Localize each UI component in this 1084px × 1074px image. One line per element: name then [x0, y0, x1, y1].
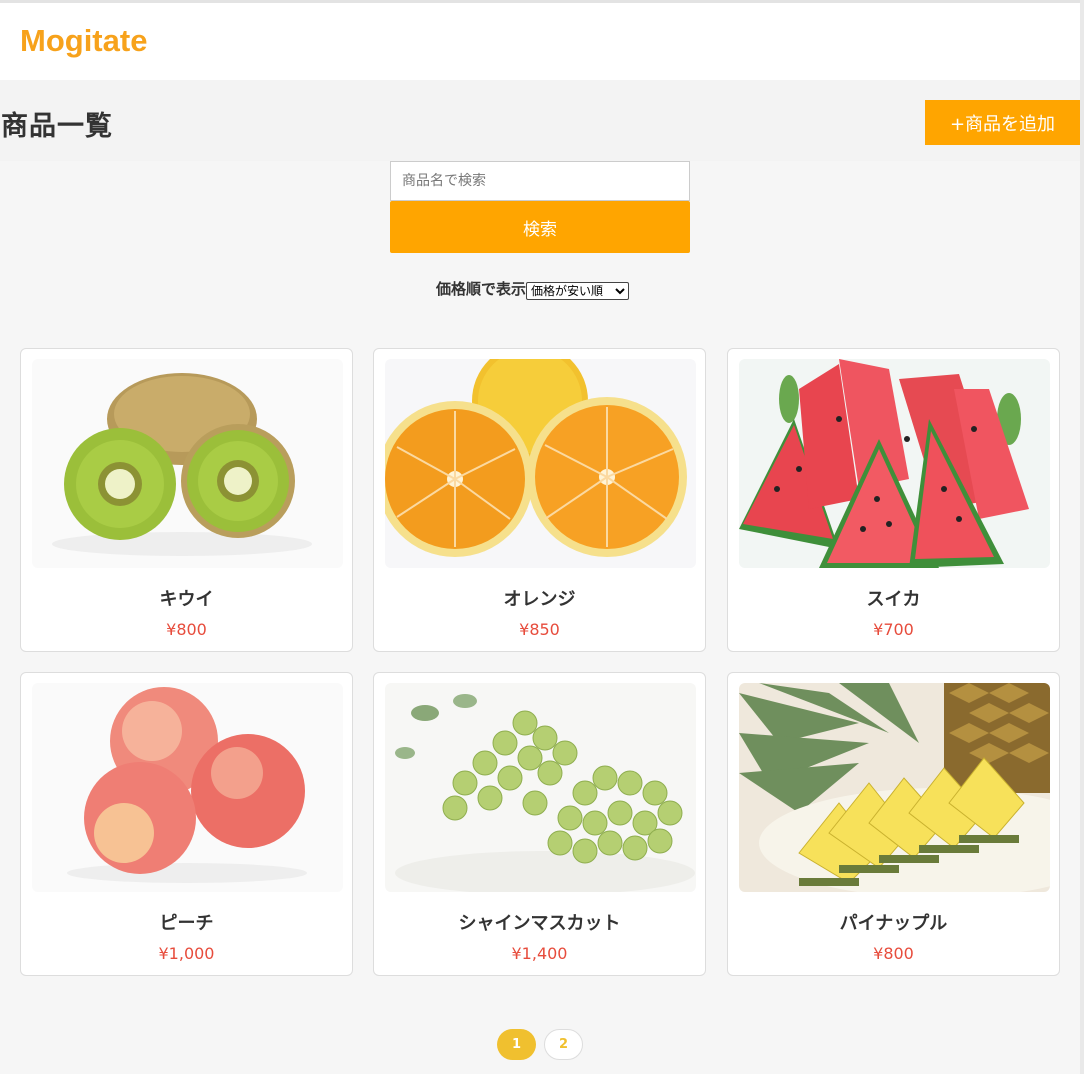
page-button-2[interactable]: 2	[544, 1029, 583, 1060]
product-name: シャインマスカット	[458, 913, 621, 934]
kiwi-illustration	[32, 359, 343, 568]
sort-label: 価格順で表示	[436, 279, 527, 298]
product-name: パイナップル	[839, 913, 948, 934]
kiwi-image[interactable]	[32, 359, 343, 568]
product-card[interactable]: キウイ ¥800	[20, 348, 353, 652]
orange-illustration	[385, 359, 696, 568]
product-price: ¥800	[166, 620, 207, 639]
shine-muscat-image[interactable]	[385, 683, 696, 892]
pineapple-image[interactable]	[739, 683, 1050, 892]
watermelon-image[interactable]	[739, 359, 1050, 568]
page-title: 商品一覧	[1, 111, 113, 142]
logo[interactable]: Mogitate	[20, 23, 147, 59]
product-name: ピーチ	[159, 913, 214, 934]
peach-image[interactable]	[32, 683, 343, 892]
page-button-1[interactable]: 1	[497, 1029, 536, 1060]
add-product-button[interactable]: +商品を追加	[925, 100, 1080, 145]
product-card[interactable]: ピーチ ¥1,000	[20, 672, 353, 976]
product-name: オレンジ	[503, 589, 576, 610]
product-name: キウイ	[159, 589, 214, 610]
sort-select[interactable]: 価格が安い順	[526, 282, 630, 300]
product-name: スイカ	[866, 589, 921, 610]
grape-illustration	[385, 683, 696, 892]
product-card[interactable]: スイカ ¥700	[727, 348, 1060, 652]
product-price: ¥800	[873, 944, 914, 963]
orange-image[interactable]	[385, 359, 696, 568]
pagination: 1 2	[497, 1029, 583, 1060]
search-input[interactable]	[390, 161, 690, 201]
watermelon-illustration	[739, 359, 1050, 568]
product-card[interactable]: オレンジ ¥850	[373, 348, 706, 652]
pineapple-illustration	[739, 683, 1050, 892]
sort-row: 価格順で表示 価格が安い順	[436, 276, 630, 300]
scrollbar[interactable]	[1080, 0, 1084, 1074]
product-card[interactable]: シャインマスカット ¥1,400	[373, 672, 706, 976]
product-card[interactable]: パイナップル ¥800	[727, 672, 1060, 976]
title-bar: 商品一覧 +商品を追加	[0, 80, 1080, 161]
site-header: Mogitate	[0, 3, 1080, 80]
search-button[interactable]: 検索	[390, 201, 690, 253]
product-price: ¥1,400	[511, 944, 568, 963]
product-price: ¥850	[519, 620, 560, 639]
product-price: ¥700	[873, 620, 914, 639]
product-price: ¥1,000	[158, 944, 215, 963]
peach-illustration	[32, 683, 343, 892]
